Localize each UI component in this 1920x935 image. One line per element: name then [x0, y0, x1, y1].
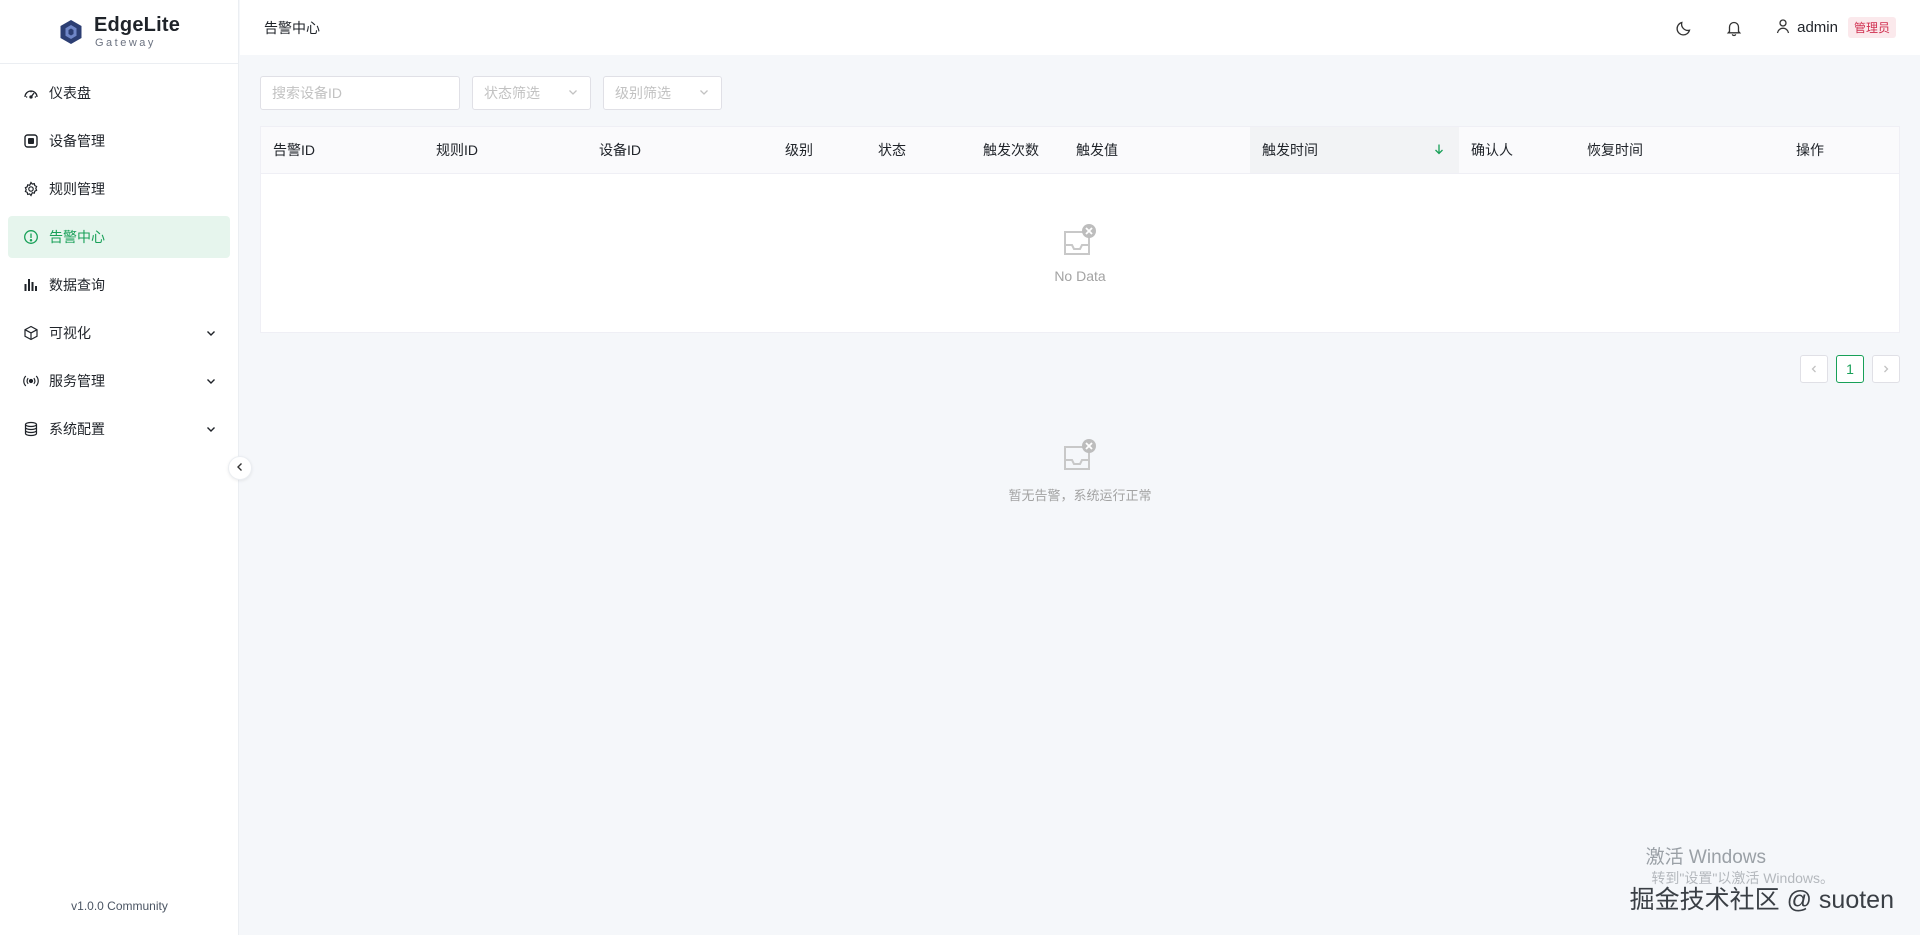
top-header: 告警中心 admin 管理员: [240, 0, 1920, 55]
pagination: 1: [1800, 355, 1900, 383]
app-logo[interactable]: EdgeLite Gateway: [0, 0, 238, 64]
sidebar-item-devices[interactable]: 设备管理: [8, 120, 230, 162]
bar-chart-icon: [22, 276, 40, 294]
alerts-empty-state: 暂无告警，系统运行正常: [960, 438, 1200, 504]
status-filter-select[interactable]: 状态筛选: [472, 76, 591, 110]
table-header: 告警ID 规则ID 设备ID 级别 状态 触发次数 触发值 触发时间 确认人 恢…: [261, 127, 1899, 174]
chip-icon: [22, 132, 40, 150]
hexagon-logo-icon: [58, 19, 84, 45]
empty-state-text: No Data: [1054, 268, 1106, 284]
bell-icon[interactable]: [1723, 17, 1745, 39]
sidebar-item-label: 规则管理: [49, 181, 105, 197]
chevron-down-icon: [567, 85, 579, 101]
column-header-status[interactable]: 状态: [866, 127, 971, 173]
sidebar-item-services[interactable]: 服务管理: [8, 360, 230, 402]
column-header-trigger-value[interactable]: 触发值: [1064, 127, 1250, 173]
chevron-down-icon: [204, 422, 218, 436]
column-header-acknowledged-by[interactable]: 确认人: [1459, 127, 1575, 173]
column-header-recovery-time[interactable]: 恢复时间: [1575, 127, 1784, 173]
table-empty-state: No Data: [261, 223, 1899, 284]
sidebar-collapse-button[interactable]: [228, 456, 252, 480]
alert-circle-icon: [22, 228, 40, 246]
column-header-level[interactable]: 级别: [773, 127, 866, 173]
sidebar: EdgeLite Gateway 仪表盘 设备管理 规则管理 告警中心 数据查询…: [0, 0, 239, 935]
column-header-actions: 操作: [1796, 142, 1824, 158]
filter-bar: 状态筛选 级别筛选: [260, 76, 722, 110]
moon-icon[interactable]: [1673, 17, 1695, 39]
gear-icon: [22, 180, 40, 198]
column-header-trigger-time[interactable]: 触发时间: [1250, 127, 1459, 173]
chevron-down-icon: [204, 326, 218, 340]
role-badge: 管理员: [1847, 17, 1896, 38]
empty-inbox-icon: [1061, 438, 1099, 479]
column-header-device-id[interactable]: 设备ID: [587, 127, 773, 173]
device-id-search-input[interactable]: [260, 76, 460, 110]
app-brand-name: EdgeLite: [93, 13, 181, 36]
alerts-table: 告警ID 规则ID 设备ID 级别 状态 触发次数 触发值 触发时间 确认人 恢…: [260, 126, 1900, 333]
sidebar-item-alerts[interactable]: 告警中心: [8, 216, 230, 258]
sidebar-item-system-config[interactable]: 系统配置: [8, 408, 230, 450]
sidebar-item-label: 可视化: [49, 325, 91, 341]
empty-state-text: 暂无告警，系统运行正常: [1008, 488, 1152, 503]
status-filter-placeholder: 状态筛选: [484, 85, 540, 101]
sidebar-item-dashboard[interactable]: 仪表盘: [8, 72, 230, 114]
database-icon: [22, 420, 40, 438]
level-filter-select[interactable]: 级别筛选: [603, 76, 722, 110]
app-version: v1.0.0 Community: [71, 899, 168, 913]
user-menu[interactable]: admin 管理员: [1775, 17, 1896, 38]
column-header-label: 触发时间: [1262, 142, 1318, 158]
sidebar-item-label: 告警中心: [49, 229, 105, 245]
sidebar-item-label: 服务管理: [49, 373, 105, 389]
chevron-left-icon: [234, 460, 246, 476]
sidebar-item-label: 仪表盘: [49, 85, 91, 101]
source-credit-watermark: 掘金技术社区 @ suoten: [1629, 886, 1894, 914]
sidebar-nav: 仪表盘 设备管理 规则管理 告警中心 数据查询 可视化 服务管理 系统配置: [0, 64, 238, 450]
column-header-alert-id[interactable]: 告警ID: [261, 127, 424, 173]
user-name: admin: [1797, 19, 1838, 36]
column-header-trigger-count[interactable]: 触发次数: [971, 127, 1064, 173]
broadcast-icon: [22, 372, 40, 390]
app-brand-subtitle: Gateway: [94, 36, 156, 49]
sidebar-item-data-query[interactable]: 数据查询: [8, 264, 230, 306]
breadcrumb: 告警中心: [264, 19, 320, 36]
chevron-right-icon: [1881, 361, 1891, 377]
chevron-down-icon: [204, 374, 218, 388]
next-page-button[interactable]: [1872, 355, 1900, 383]
level-filter-placeholder: 级别筛选: [615, 85, 671, 101]
sidebar-item-visualization[interactable]: 可视化: [8, 312, 230, 354]
prev-page-button[interactable]: [1800, 355, 1828, 383]
sidebar-item-label: 设备管理: [49, 133, 105, 149]
chevron-down-icon: [698, 85, 710, 101]
sidebar-item-label: 数据查询: [49, 277, 105, 293]
windows-activation-title: 激活 Windows: [1645, 847, 1766, 868]
user-icon: [1775, 18, 1791, 37]
empty-inbox-icon: [1061, 223, 1099, 264]
sidebar-item-label: 系统配置: [49, 421, 105, 437]
sidebar-item-rules[interactable]: 规则管理: [8, 168, 230, 210]
column-header-rule-id[interactable]: 规则ID: [424, 127, 587, 173]
chevron-left-icon: [1809, 361, 1819, 377]
page-number-button[interactable]: 1: [1836, 355, 1864, 383]
dashboard-icon: [22, 84, 40, 102]
arrow-down-sort-icon[interactable]: [1433, 142, 1445, 158]
cube-icon: [22, 324, 40, 342]
